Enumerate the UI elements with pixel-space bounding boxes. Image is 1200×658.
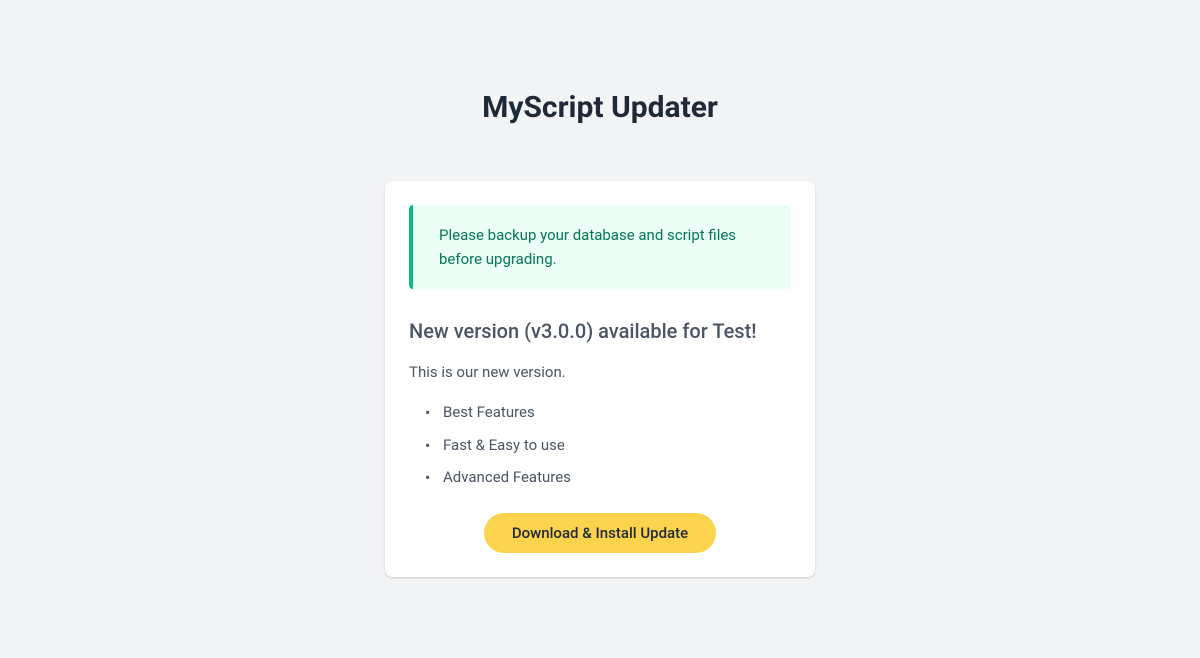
alert-message: Please backup your database and script f… [439,223,775,271]
list-item: Fast & Easy to use [431,434,791,457]
update-card: Please backup your database and script f… [385,181,815,577]
page-title: MyScript Updater [385,90,815,125]
button-container: Download & Install Update [409,513,791,553]
features-list: Best Features Fast & Easy to use Advance… [409,401,791,489]
download-install-button[interactable]: Download & Install Update [484,513,716,553]
version-description: This is our new version. [409,363,791,381]
version-heading: New version (v3.0.0) available for Test! [409,319,791,343]
list-item: Advanced Features [431,466,791,489]
list-item: Best Features [431,401,791,424]
backup-alert: Please backup your database and script f… [409,205,791,289]
